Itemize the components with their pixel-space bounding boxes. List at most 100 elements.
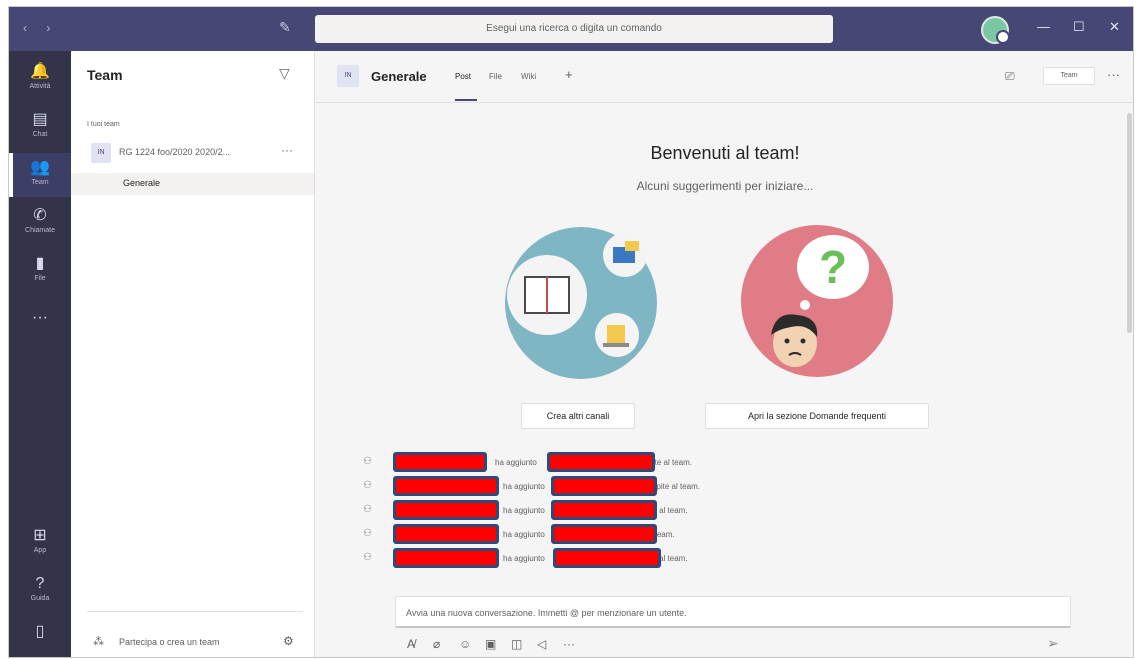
teams-icon: 👥 (30, 159, 50, 176)
tab-file[interactable]: File (489, 72, 502, 81)
channel-avatar: IN (337, 65, 359, 87)
app-bar-device[interactable]: ▯ (9, 617, 71, 657)
activity-list: ⚇ ha aggiuntoOspites come ospite al team… (355, 451, 1115, 571)
join-team-label: Partecipa o crea un team (119, 637, 220, 647)
avatar[interactable] (981, 16, 1010, 44)
redacted-name (393, 548, 499, 568)
redacted-name (393, 524, 499, 544)
section-label: I tuoi team (87, 121, 120, 128)
app-bar-chat[interactable]: ▤ Chat (9, 105, 71, 149)
channels-illustration (505, 227, 657, 379)
team-button[interactable]: Team (1043, 67, 1095, 85)
app-bar-calls[interactable]: ✆ Chiamate (9, 201, 71, 245)
team-avatar: IN (91, 143, 111, 163)
close-icon[interactable]: ✕ (1109, 19, 1120, 35)
phone-icon: ✆ (33, 207, 47, 224)
channel-name: Generale (123, 178, 161, 188)
team-more-icon[interactable]: ··· (281, 143, 293, 157)
app-bar-label: Attività (29, 83, 51, 90)
app-bar: 🔔 Attività ▤ Chat 👥 Team ✆ Chiamate ▮ Fi… (9, 51, 71, 657)
add-member-icon: ⚇ (363, 504, 372, 515)
activity-verb: ha aggiunto (503, 482, 545, 491)
search-box[interactable]: Esegui una ricerca o digita un comando (315, 15, 833, 43)
welcome-subtitle: Alcuni suggerimenti per iniziare... (636, 179, 814, 193)
teams-window: ‹ › ✎ Esegui una ricerca o digita un com… (8, 6, 1134, 658)
activity-verb: ha aggiunto (495, 458, 537, 467)
add-member-icon: ⚇ (363, 480, 372, 491)
create-channels-button[interactable]: Crea altri canali (521, 403, 635, 429)
add-member-icon: ⚇ (363, 456, 372, 467)
tab-wiki[interactable]: Wiki (521, 72, 536, 81)
app-bar-label: Guida (30, 595, 50, 602)
activity-verb: ha aggiunto (503, 506, 545, 515)
character-eye (784, 338, 790, 344)
app-bar-label: Team (31, 179, 49, 186)
redacted-name (393, 500, 499, 520)
emoji-icon[interactable]: ☺ (459, 637, 471, 651)
main-content: IN Generale Post File Wiki + ⎚ Team ··· … (315, 51, 1133, 657)
app-bar-apps[interactable]: ⊞ App (9, 521, 71, 565)
forward-arrow-icon[interactable]: › (46, 21, 58, 35)
more-apps-icon[interactable]: ··· (9, 309, 71, 327)
channel-title: Generale (371, 69, 427, 84)
character-eye (800, 338, 806, 344)
open-faq-button[interactable]: Apri la sezione Domande frequenti (705, 403, 929, 429)
join-team-button[interactable]: ⁂ Partecipa o crea un team ⚙ (93, 634, 303, 655)
more-compose-icon[interactable]: ··· (563, 637, 575, 651)
apps-icon: ⊞ (33, 527, 47, 544)
channel-item-generale[interactable]: Generale (71, 173, 314, 195)
list-item: ⚇ ha aggiuntocome ospite al team. (355, 523, 1115, 547)
redacted-name (551, 476, 657, 496)
activity-verb: ha aggiunto (503, 554, 545, 563)
bell-icon: 🔔 (30, 63, 50, 80)
redacted-name (393, 476, 499, 496)
send-icon[interactable]: ➢ (1047, 635, 1059, 652)
filter-icon[interactable]: ▽ (279, 65, 290, 82)
more-options-icon[interactable]: ··· (1107, 67, 1120, 82)
chat-icon: ▤ (32, 111, 48, 128)
app-bar-label: File (34, 275, 46, 282)
note-icon (625, 241, 639, 251)
join-team-icon: ⁂ (93, 636, 104, 648)
app-bar-label: App (33, 547, 47, 554)
compose-box[interactable] (395, 596, 1071, 628)
faq-illustration: ? (741, 225, 893, 377)
navigation-arrows[interactable]: ‹ › (23, 21, 58, 35)
app-bar-help[interactable]: ? Guida (9, 569, 71, 613)
divider (87, 611, 303, 612)
app-bar-label: Chiamate (25, 227, 55, 234)
maximize-icon[interactable]: ☐ (1073, 19, 1085, 35)
tab-post[interactable]: Post (455, 72, 478, 101)
redacted-name (553, 548, 661, 568)
redacted-name (547, 452, 655, 472)
app-bar-label: Chat (32, 131, 48, 138)
channel-header: IN Generale Post File Wiki + ⎚ Team ··· (315, 51, 1133, 103)
format-icon[interactable]: A̸ (407, 637, 415, 651)
title-bar: ‹ › ✎ Esegui una ricerca o digita un com… (9, 7, 1133, 51)
question-mark-icon: ? (819, 241, 847, 293)
list-item: ⚇ ha aggiuntoOspites come ospite al team… (355, 475, 1115, 499)
meet-icon[interactable]: ⎚ (1005, 69, 1015, 84)
minimize-icon[interactable]: — (1037, 19, 1050, 34)
sticker-icon[interactable]: ◫ (511, 637, 522, 651)
redacted-name (393, 452, 487, 472)
meet-now-icon[interactable]: ◁ (537, 637, 546, 651)
file-icon: ▮ (35, 255, 45, 272)
add-tab-icon[interactable]: + (565, 67, 573, 82)
team-panel: Team ▽ I tuoi team IN RG 1224 foo/2020 2… (71, 51, 315, 657)
stand-icon (603, 343, 629, 347)
app-bar-teams[interactable]: 👥 Team (9, 153, 71, 197)
gear-icon[interactable]: ⚙ (283, 634, 294, 648)
gif-icon[interactable]: ▣ (485, 637, 496, 651)
attach-icon[interactable]: ⌀ (433, 637, 440, 651)
panel-title: Team (87, 67, 123, 83)
back-arrow-icon[interactable]: ‹ (23, 21, 35, 35)
redacted-name (551, 524, 657, 544)
team-item[interactable]: IN RG 1224 foo/2020 2020/2... ··· (85, 139, 305, 167)
message-input[interactable] (406, 605, 1056, 621)
app-bar-files[interactable]: ▮ File (9, 249, 71, 293)
app-bar-activity[interactable]: 🔔 Attività (9, 57, 71, 101)
welcome-title: Benvenuti al team! (650, 143, 800, 163)
bubble-dot (800, 300, 810, 310)
compose-icon[interactable]: ✎ (279, 19, 291, 36)
